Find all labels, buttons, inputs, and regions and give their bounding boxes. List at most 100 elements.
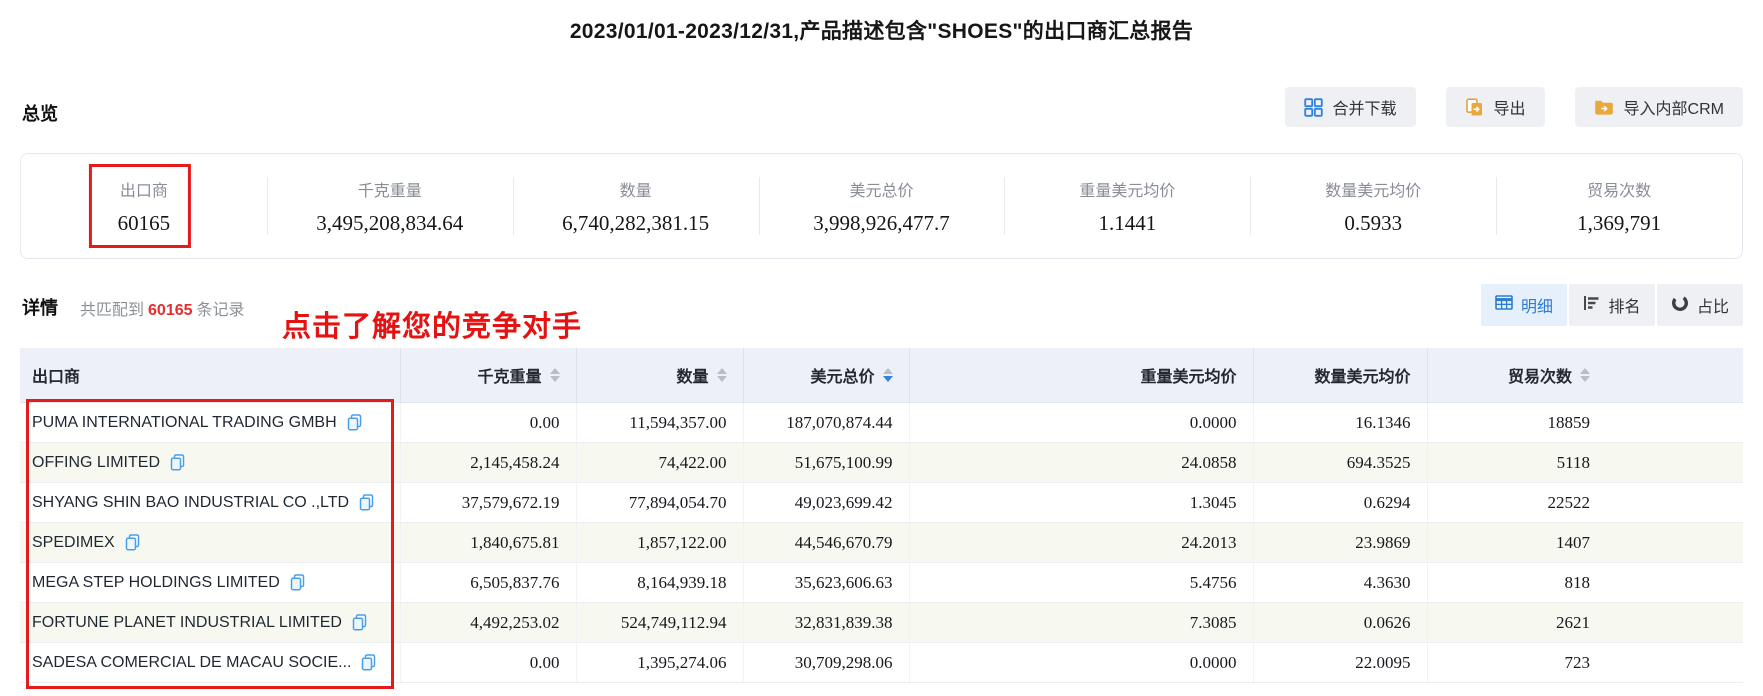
match-prefix: 共匹配到 xyxy=(80,302,145,319)
stat-value: 1.1441 xyxy=(1098,210,1157,235)
col-header-weight-unit-price: 重量美元均价 xyxy=(909,348,1254,403)
cell-trade-count: 2621 xyxy=(1427,602,1743,643)
cell-quantity: 524,749,112.94 xyxy=(576,602,744,643)
exporter-name[interactable]: FORTUNE PLANET INDUSTRIAL LIMITED xyxy=(32,614,342,632)
table-row: MEGA STEP HOLDINGS LIMITED 6,505,837.76 … xyxy=(20,562,1743,603)
copy-icon[interactable] xyxy=(170,454,185,471)
sort-icon xyxy=(716,368,727,382)
copy-icon[interactable] xyxy=(359,494,374,511)
cell-usd-total: 187,070,874.44 xyxy=(743,402,910,443)
view-share-button[interactable]: 占比 xyxy=(1657,284,1743,326)
exporter-name[interactable]: SPEDIMEX xyxy=(32,534,115,552)
report-page: 2023/01/01-2023/12/31,产品描述包含"SHOES"的出口商汇… xyxy=(0,0,1763,696)
table-row: FORTUNE PLANET INDUSTRIAL LIMITED 4,492,… xyxy=(20,602,1743,643)
col-header-qty-unit-price: 数量美元均价 xyxy=(1253,348,1428,403)
cell-weight-unit-price: 1.3045 xyxy=(909,482,1254,523)
cell-weight-unit-price: 0.0000 xyxy=(909,642,1254,683)
copy-icon[interactable] xyxy=(290,574,305,591)
col-header-kg-weight[interactable]: 千克重量 xyxy=(400,348,577,403)
view-detail-button[interactable]: 明细 xyxy=(1481,284,1567,326)
details-heading: 详情 xyxy=(22,298,58,318)
stat-value: 6,740,282,381.15 xyxy=(562,210,710,235)
exporter-name[interactable]: PUMA INTERNATIONAL TRADING GMBH xyxy=(32,414,337,432)
copy-icon[interactable] xyxy=(125,534,140,551)
cell-quantity: 77,894,054.70 xyxy=(576,482,744,523)
cell-trade-count: 1407 xyxy=(1427,522,1743,563)
stat-label: 重量美元均价 xyxy=(1079,182,1176,200)
copy-icon[interactable] xyxy=(352,614,367,631)
cell-qty-unit-price: 22.0095 xyxy=(1253,642,1428,683)
stat-value: 3,495,208,834.64 xyxy=(316,210,464,235)
stat-quantity: 数量 6,740,282,381.15 xyxy=(513,154,759,258)
cell-quantity: 1,857,122.00 xyxy=(576,522,744,563)
stat-value: 3,998,926,477.7 xyxy=(813,210,950,235)
copy-icon[interactable] xyxy=(361,654,376,671)
merge-download-label: 合并下载 xyxy=(1332,101,1397,118)
export-button[interactable]: 导出 xyxy=(1445,87,1545,127)
annotation-competitors-text: 点击了解您的竞争对手 xyxy=(282,311,583,343)
import-crm-label: 导入内部CRM xyxy=(1623,101,1724,118)
view-toggle: 明细 排名 占比 xyxy=(1481,284,1743,326)
stat-value: 0.5933 xyxy=(1344,210,1403,235)
export-doc-icon xyxy=(1465,97,1484,117)
cell-usd-total: 30,709,298.06 xyxy=(743,642,910,683)
cell-qty-unit-price: 4.3630 xyxy=(1253,562,1428,603)
match-count: 60165 xyxy=(148,302,193,319)
stat-value: 60165 xyxy=(117,210,171,235)
cell-trade-count: 5118 xyxy=(1427,442,1743,483)
import-folder-icon xyxy=(1594,99,1614,116)
cell-trade-count: 22522 xyxy=(1427,482,1743,523)
cell-usd-total: 44,546,670.79 xyxy=(743,522,910,563)
match-suffix: 条记录 xyxy=(196,302,245,319)
cell-trade-count: 723 xyxy=(1427,642,1743,683)
export-label: 导出 xyxy=(1493,101,1526,118)
cell-kg-weight: 37,579,672.19 xyxy=(400,482,577,523)
table-row: SPEDIMEX 1,840,675.81 1,857,122.00 44,54… xyxy=(20,522,1743,563)
stat-label: 数量美元均价 xyxy=(1325,182,1422,200)
exporter-name[interactable]: SHYANG SHIN BAO INDUSTRIAL CO .,LTD xyxy=(32,494,349,512)
stats-panel: 出口商 60165 千克重量 3,495,208,834.64 数量 6,740… xyxy=(20,153,1743,259)
merge-download-button[interactable]: 合并下载 xyxy=(1284,87,1416,127)
cell-kg-weight: 2,145,458.24 xyxy=(400,442,577,483)
view-ranking-button[interactable]: 排名 xyxy=(1569,284,1655,326)
cell-qty-unit-price: 23.9869 xyxy=(1253,522,1428,563)
table-icon xyxy=(1495,295,1513,315)
stat-label: 出口商 xyxy=(119,182,168,200)
pie-icon xyxy=(1671,294,1689,317)
col-header-quantity[interactable]: 数量 xyxy=(576,348,744,403)
cell-weight-unit-price: 0.0000 xyxy=(909,402,1254,443)
cell-kg-weight: 4,492,253.02 xyxy=(400,602,577,643)
sort-desc-active-icon xyxy=(882,368,893,382)
stat-usd-total: 美元总价 3,998,926,477.7 xyxy=(759,154,1005,258)
sort-icon xyxy=(1580,368,1590,382)
stat-value: 1,369,791 xyxy=(1577,210,1662,235)
cell-quantity: 11,594,357.00 xyxy=(576,402,744,443)
cell-usd-total: 49,023,699.42 xyxy=(743,482,910,523)
stat-kg-weight: 千克重量 3,495,208,834.64 xyxy=(267,154,513,258)
stat-qty-unit-price: 数量美元均价 0.5933 xyxy=(1250,154,1496,258)
cell-kg-weight: 0.00 xyxy=(400,402,577,443)
table-row: PUMA INTERNATIONAL TRADING GMBH 0.00 11,… xyxy=(20,402,1743,443)
stat-weight-unit-price: 重量美元均价 1.1441 xyxy=(1004,154,1250,258)
cell-trade-count: 818 xyxy=(1427,562,1743,603)
import-crm-button[interactable]: 导入内部CRM xyxy=(1574,87,1743,127)
col-header-exporter: 出口商 xyxy=(20,348,401,403)
cell-weight-unit-price: 24.2013 xyxy=(909,522,1254,563)
overview-heading: 总览 xyxy=(22,104,58,124)
cell-trade-count: 18859 xyxy=(1427,402,1743,443)
copy-icon[interactable] xyxy=(347,414,362,431)
cell-usd-total: 32,831,839.38 xyxy=(743,602,910,643)
col-header-trade-count[interactable]: 贸易次数 xyxy=(1427,348,1743,403)
exporter-name[interactable]: MEGA STEP HOLDINGS LIMITED xyxy=(32,574,280,592)
stat-label: 千克重量 xyxy=(357,182,422,200)
cell-weight-unit-price: 24.0858 xyxy=(909,442,1254,483)
col-header-usd-total[interactable]: 美元总价 xyxy=(743,348,910,403)
cell-qty-unit-price: 0.6294 xyxy=(1253,482,1428,523)
cell-kg-weight: 6,505,837.76 xyxy=(400,562,577,603)
sort-icon xyxy=(549,368,560,382)
table-row: SHYANG SHIN BAO INDUSTRIAL CO .,LTD 37,5… xyxy=(20,482,1743,523)
view-ranking-label: 排名 xyxy=(1608,299,1641,316)
exporter-name[interactable]: OFFING LIMITED xyxy=(32,454,160,472)
table-row: SADESA COMERCIAL DE MACAU SOCIE... 0.00 … xyxy=(20,642,1743,683)
exporter-name[interactable]: SADESA COMERCIAL DE MACAU SOCIE... xyxy=(32,654,351,672)
